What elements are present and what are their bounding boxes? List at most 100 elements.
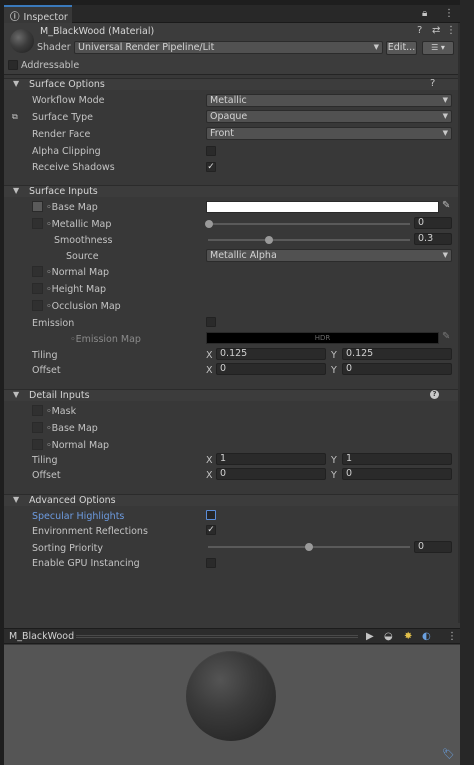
detail-mask-slot[interactable] xyxy=(32,405,43,416)
surface-type-value: Opaque xyxy=(210,111,248,122)
normal-map-slot[interactable] xyxy=(32,266,43,277)
offset-x-field[interactable]: 0 xyxy=(216,363,326,375)
occlusion-map-slot[interactable] xyxy=(32,300,43,311)
dropdown-arrow-icon: ▼ xyxy=(442,112,448,120)
section-title: Surface Inputs xyxy=(29,186,98,197)
kebab-menu-icon[interactable]: ⋮ xyxy=(447,631,457,642)
sorting-priority-slider-handle[interactable] xyxy=(305,543,313,551)
foldout-arrow-icon: ▼ xyxy=(13,495,20,504)
tiling-x-axis-label: X xyxy=(206,350,213,361)
dropdown-arrow-icon: ▼ xyxy=(373,43,379,51)
detail-mask-text: Mask xyxy=(51,406,77,417)
base-map-label: ◦Base Map xyxy=(46,202,98,213)
detail-base-map-slot[interactable] xyxy=(32,422,43,433)
section-surface-options[interactable]: ▼ Surface Options ? xyxy=(4,78,460,90)
base-color-field[interactable] xyxy=(206,201,439,213)
foldout-arrow-icon: ▼ xyxy=(13,390,20,399)
metallic-map-label: ◦Metallic Map xyxy=(46,219,111,230)
alpha-clipping-checkbox[interactable] xyxy=(206,146,216,156)
offset-label: Offset xyxy=(32,365,61,376)
emission-label: Emission xyxy=(32,318,75,329)
emission-color-field[interactable]: HDR xyxy=(206,332,439,344)
emission-map-label: ◦Emission Map xyxy=(70,334,141,345)
section-detail-inputs[interactable]: ▼ Detail Inputs ? xyxy=(4,389,460,401)
metallic-value-field[interactable]: 0 xyxy=(414,217,452,229)
detail-offset-y-axis-label: Y xyxy=(331,470,337,481)
detail-tiling-x-axis-label: X xyxy=(206,455,213,466)
eyedropper-icon[interactable]: ✎ xyxy=(442,331,450,342)
hdr-label: HDR xyxy=(314,334,331,342)
detail-offset-x-field[interactable]: 0 xyxy=(216,468,326,480)
receive-shadows-checkbox[interactable]: ✓ xyxy=(206,162,216,172)
workflow-mode-dropdown[interactable]: Metallic ▼ xyxy=(206,94,452,107)
sorting-priority-label: Sorting Priority xyxy=(32,543,103,554)
metallic-slider-handle[interactable] xyxy=(205,220,213,228)
height-map-text: Height Map xyxy=(51,284,107,295)
shader-value: Universal Render Pipeline/Lit xyxy=(78,42,215,53)
section-advanced-options[interactable]: ▼ Advanced Options xyxy=(4,494,460,506)
material-header: M_BlackWood (Material) ? ⇄ ⋮ Shader Univ… xyxy=(4,23,460,75)
offset-y-field[interactable]: 0 xyxy=(342,363,452,375)
tiling-y-axis-label: Y xyxy=(331,350,337,361)
lighting-icon[interactable]: ✸ xyxy=(404,631,412,642)
addressable-label: Addressable xyxy=(21,60,80,71)
smoothness-slider-handle[interactable] xyxy=(264,236,273,244)
metallic-slider-track[interactable] xyxy=(208,223,410,225)
shader-options-button[interactable]: ☰ ▾ xyxy=(422,41,454,55)
material-preview[interactable]: 🏷︎ xyxy=(4,645,460,765)
tiling-y-field[interactable]: 0.125 xyxy=(342,348,452,360)
eyedropper-icon[interactable]: ✎ xyxy=(442,200,450,211)
help-icon[interactable]: ? xyxy=(417,25,422,36)
render-face-value: Front xyxy=(210,128,235,139)
source-dropdown[interactable]: Metallic Alpha ▼ xyxy=(206,249,452,262)
preview-sphere xyxy=(186,651,276,741)
smoothness-slider-track[interactable] xyxy=(208,239,410,241)
preview-title: M_BlackWood xyxy=(9,631,75,642)
tiling-x-field[interactable]: 0.125 xyxy=(216,348,326,360)
surface-type-label: Surface Type xyxy=(32,112,94,123)
inspector-window: ⓘ Inspector 🔒︎ ⋮ M_BlackWood (Material) ?… xyxy=(4,5,460,765)
play-icon[interactable]: ▶ xyxy=(366,631,374,642)
height-map-slot[interactable] xyxy=(32,283,43,294)
preview-background-icon[interactable]: ◐ xyxy=(422,631,431,642)
lock-icon[interactable]: 🔒︎ xyxy=(422,8,427,19)
detail-offset-label: Offset xyxy=(32,470,61,481)
presets-icon[interactable]: ⇄ xyxy=(432,25,440,36)
shader-dropdown[interactable]: Universal Render Pipeline/Lit ▼ xyxy=(74,41,383,54)
sorting-priority-value-field[interactable]: 0 xyxy=(414,541,452,553)
foldout-arrow-icon: ▼ xyxy=(13,79,20,88)
preview-drag-handle[interactable] xyxy=(76,635,358,638)
asset-label-icon[interactable]: 🏷︎ xyxy=(442,749,455,760)
gpu-instancing-label: Enable GPU Instancing xyxy=(32,558,140,569)
help-icon[interactable]: ? xyxy=(430,78,435,89)
render-face-dropdown[interactable]: Front ▼ xyxy=(206,127,452,140)
base-map-slot[interactable] xyxy=(32,201,43,212)
specular-highlights-label: Specular Highlights xyxy=(32,511,125,522)
surface-type-dropdown[interactable]: Opaque ▼ xyxy=(206,110,452,123)
specular-highlights-checkbox[interactable] xyxy=(206,510,216,520)
kebab-menu-icon[interactable]: ⋮ xyxy=(444,8,454,19)
material-thumbnail xyxy=(10,29,34,53)
source-label: Source xyxy=(66,251,99,262)
tab-title: Inspector xyxy=(23,12,68,23)
help-icon[interactable]: ? xyxy=(430,390,439,399)
emission-checkbox[interactable] xyxy=(206,317,216,327)
detail-normal-map-label: ◦Normal Map xyxy=(46,440,109,451)
detail-tiling-label: Tiling xyxy=(32,455,58,466)
metallic-map-slot[interactable] xyxy=(32,218,43,229)
edit-shader-button[interactable]: Edit... xyxy=(386,41,417,55)
detail-tiling-y-field[interactable]: 1 xyxy=(342,453,452,465)
detail-tiling-x-field[interactable]: 1 xyxy=(216,453,326,465)
sphere-mesh-icon[interactable]: ◒ xyxy=(384,631,393,642)
section-title: Advanced Options xyxy=(29,495,116,506)
detail-base-map-text: Base Map xyxy=(51,423,98,434)
detail-normal-map-slot[interactable] xyxy=(32,439,43,450)
section-surface-inputs[interactable]: ▼ Surface Inputs xyxy=(4,185,460,197)
gpu-instancing-checkbox[interactable] xyxy=(206,558,216,568)
environment-reflections-checkbox[interactable]: ✓ xyxy=(206,525,216,535)
smoothness-value-field[interactable]: 0.3 xyxy=(414,233,452,245)
kebab-menu-icon[interactable]: ⋮ xyxy=(446,25,456,36)
addressable-checkbox[interactable] xyxy=(8,60,18,70)
tab-inspector[interactable]: ⓘ Inspector xyxy=(4,5,72,23)
detail-offset-y-field[interactable]: 0 xyxy=(342,468,452,480)
